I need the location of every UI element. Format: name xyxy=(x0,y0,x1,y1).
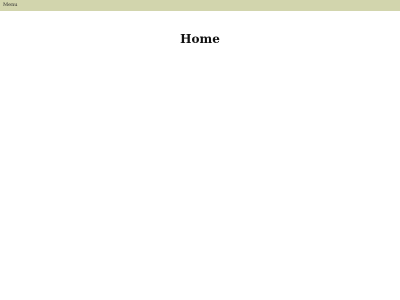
main-content xyxy=(0,52,400,300)
page: Menu Home xyxy=(0,0,400,300)
page-title: Home xyxy=(180,32,220,46)
menu-link[interactable]: Menu xyxy=(3,3,18,8)
top-nav-bar: Menu xyxy=(0,0,400,11)
